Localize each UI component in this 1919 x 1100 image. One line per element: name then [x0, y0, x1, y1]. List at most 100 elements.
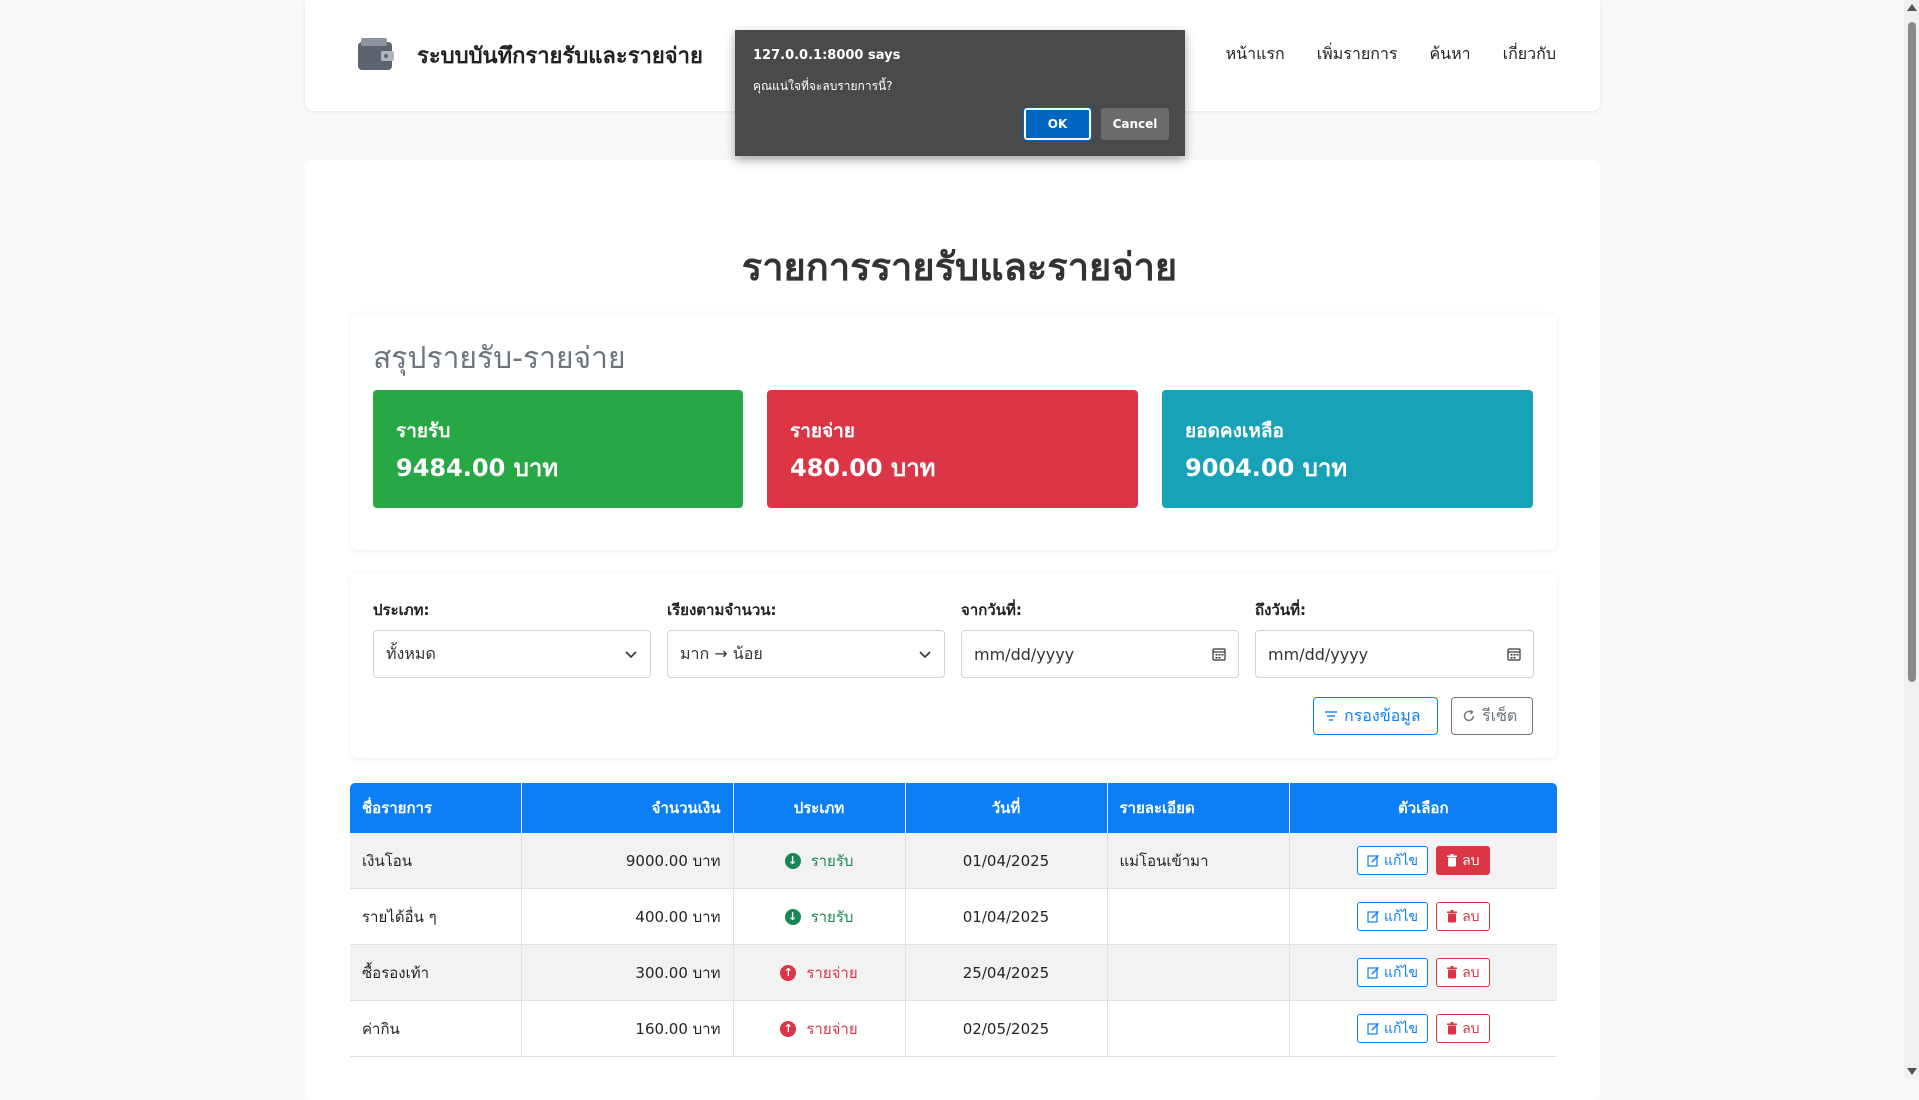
cell-detail — [1107, 1000, 1290, 1057]
type-badge: ↑ รายจ่าย — [780, 1017, 858, 1041]
cell-detail — [1107, 944, 1290, 1001]
col-header-amount[interactable]: จำนวนเงิน — [521, 783, 734, 833]
filter-icon — [1325, 711, 1337, 721]
chevron-down-icon — [625, 651, 637, 659]
edit-button[interactable]: แก้ไข — [1356, 846, 1429, 875]
cell-actions: แก้ไข ลบ — [1289, 888, 1557, 945]
table-row: เงินโอน 9000.00 บาท ↓ รายรับ 01/04/2025 แม่โอ… — [350, 833, 1557, 889]
sort-select-value: มาก → น้อย — [680, 643, 763, 663]
expense-summary-box: รายจ่าย 480.00 บาท — [767, 390, 1138, 508]
trash-icon — [1447, 910, 1458, 923]
cell-amount: 300.00 บาท — [521, 944, 734, 1001]
chevron-down-icon — [919, 651, 931, 659]
expense-value: 480.00 บาท — [790, 454, 936, 482]
sort-select[interactable]: มาก → น้อย — [667, 630, 945, 678]
page-scrollbar[interactable] — [1904, 0, 1919, 1079]
refresh-icon — [1463, 709, 1475, 722]
delete-button-label: ลบ — [1462, 852, 1480, 869]
col-header-options: ตัวเลือก — [1289, 783, 1557, 833]
scrollbar-thumb[interactable] — [1908, 22, 1916, 682]
sort-filter-label: เรียงตามจำนวน: — [667, 601, 777, 619]
transactions-table-wrap: ชื่อรายการ จำนวนเงิน ประเภท วันที่ รายละ… — [350, 783, 1557, 1057]
income-summary-box: รายรับ 9484.00 บาท — [373, 390, 743, 508]
edit-button-label: แก้ไข — [1383, 964, 1419, 981]
to-date-placeholder: mm/dd/yyyy — [1268, 644, 1369, 664]
cell-date: 25/04/2025 — [905, 944, 1108, 1001]
table-row: รายได้อื่น ๆ 400.00 บาท ↓ รายรับ 01/04/2025 แ… — [350, 888, 1557, 945]
edit-button-label: แก้ไข — [1383, 1020, 1419, 1037]
type-filter-label: ประเภท: — [373, 601, 430, 619]
delete-button[interactable]: ลบ — [1436, 846, 1490, 875]
dialog-buttons: OK Cancel — [1023, 107, 1169, 141]
col-header-name[interactable]: ชื่อรายการ — [350, 783, 522, 833]
col-header-date[interactable]: วันที่ — [905, 783, 1108, 833]
dialog-cancel-button[interactable]: Cancel — [1101, 108, 1169, 140]
reset-button[interactable]: รีเซ็ต — [1451, 697, 1533, 735]
cell-amount: 160.00 บาท — [521, 1000, 734, 1057]
type-select-value: ทั้งหมด — [386, 643, 436, 663]
scroll-up-arrow-icon[interactable] — [1907, 4, 1917, 11]
nav-links: หน้าแรก เพิ่มรายการ ค้นหา เกี่ยวกับ — [1226, 42, 1556, 67]
type-select[interactable]: ทั้งหมด — [373, 630, 651, 678]
type-label: รายจ่าย — [806, 1019, 858, 1038]
dialog-title: 127.0.0.1:8000 says — [753, 48, 901, 63]
col-header-detail[interactable]: รายละเอียด — [1107, 783, 1290, 833]
from-date-input[interactable]: mm/dd/yyyy — [961, 630, 1239, 678]
delete-button-label: ลบ — [1462, 964, 1480, 981]
trash-icon — [1447, 854, 1458, 867]
edit-button[interactable]: แก้ไข — [1356, 902, 1429, 931]
scroll-down-arrow-icon[interactable] — [1907, 1068, 1917, 1075]
type-label: รายจ่าย — [806, 963, 858, 982]
brand[interactable]: ระบบบันทึกรายรับและรายจ่าย — [355, 34, 703, 76]
delete-button[interactable]: ลบ — [1436, 902, 1490, 931]
edit-button[interactable]: แก้ไข — [1356, 1014, 1429, 1043]
nav-home-link[interactable]: หน้าแรก — [1226, 42, 1285, 67]
cell-detail: แม่โอนเข้ามา — [1107, 833, 1290, 889]
arrow-up-circle-icon: ↑ — [780, 964, 797, 981]
cell-name: ค่ากิน — [350, 1000, 522, 1057]
edit-icon — [1367, 855, 1379, 867]
brand-title: ระบบบันทึกรายรับและรายจ่าย — [417, 43, 703, 69]
cell-type: ↑ รายจ่าย — [733, 1000, 906, 1057]
cell-detail — [1107, 888, 1290, 945]
cell-type: ↑ รายจ่าย — [733, 944, 906, 1001]
income-value: 9484.00 บาท — [396, 454, 559, 482]
dialog-ok-button[interactable]: OK — [1023, 107, 1092, 141]
wallet-icon — [358, 38, 394, 70]
edit-icon — [1367, 967, 1379, 979]
from-date-label: จากวันที่: — [961, 601, 1022, 619]
income-label: รายรับ — [396, 420, 451, 442]
filter-card: ประเภท: ทั้งหมด เรียงตามจำนวน: มาก → น้อ… — [350, 573, 1557, 758]
type-badge: ↓ รายรับ — [784, 849, 854, 873]
calendar-icon[interactable] — [1212, 647, 1226, 661]
nav-search-link[interactable]: ค้นหา — [1429, 42, 1470, 67]
nav-about-link[interactable]: เกี่ยวกับ — [1503, 42, 1556, 67]
summary-card: สรุปรายรับ-รายจ่าย รายรับ 9484.00 บาท รา… — [350, 313, 1557, 550]
edit-button[interactable]: แก้ไข — [1356, 958, 1429, 987]
col-header-type[interactable]: ประเภท — [733, 783, 906, 833]
reset-button-label: รีเซ็ต — [1482, 705, 1518, 725]
type-badge: ↑ รายจ่าย — [780, 961, 858, 985]
to-date-label: ถึงวันที่: — [1255, 601, 1306, 619]
cell-type: ↓ รายรับ — [733, 833, 906, 889]
calendar-icon[interactable] — [1507, 647, 1521, 661]
filter-button[interactable]: กรองข้อมูล — [1313, 697, 1438, 735]
type-label: รายรับ — [810, 851, 854, 870]
cell-date: 01/04/2025 — [905, 833, 1108, 889]
delete-button-label: ลบ — [1462, 908, 1480, 925]
cell-amount: 400.00 บาท — [521, 888, 734, 945]
balance-value: 9004.00 บาท — [1185, 454, 1348, 482]
delete-button[interactable]: ลบ — [1436, 1014, 1490, 1043]
cell-actions: แก้ไข ลบ — [1289, 944, 1557, 1001]
cell-actions: แก้ไข ลบ — [1289, 1000, 1557, 1057]
summary-title: สรุปรายรับ-รายจ่าย — [373, 341, 626, 376]
type-badge: ↓ รายรับ — [784, 905, 854, 929]
confirm-dialog: 127.0.0.1:8000 says คุณแน่ใจที่จะลบรายกา… — [735, 30, 1185, 156]
to-date-input[interactable]: mm/dd/yyyy — [1255, 630, 1534, 678]
table-header-row: ชื่อรายการ จำนวนเงิน ประเภท วันที่ รายละ… — [350, 783, 1557, 833]
delete-button[interactable]: ลบ — [1436, 958, 1490, 987]
cell-name: ซื้อรองเท้า — [350, 944, 522, 1001]
nav-add-link[interactable]: เพิ่มรายการ — [1317, 42, 1398, 67]
balance-summary-box: ยอดคงเหลือ 9004.00 บาท — [1162, 390, 1533, 508]
type-label: รายรับ — [810, 907, 854, 926]
